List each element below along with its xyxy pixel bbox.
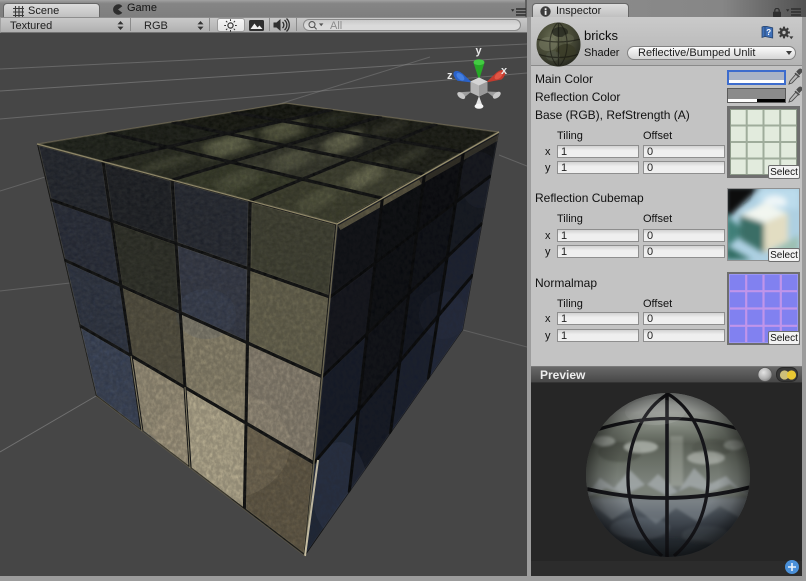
svg-text:y: y — [476, 45, 483, 57]
svg-text:?: ? — [766, 28, 771, 37]
svg-text:x: x — [501, 65, 508, 77]
svg-text:z: z — [447, 70, 453, 82]
